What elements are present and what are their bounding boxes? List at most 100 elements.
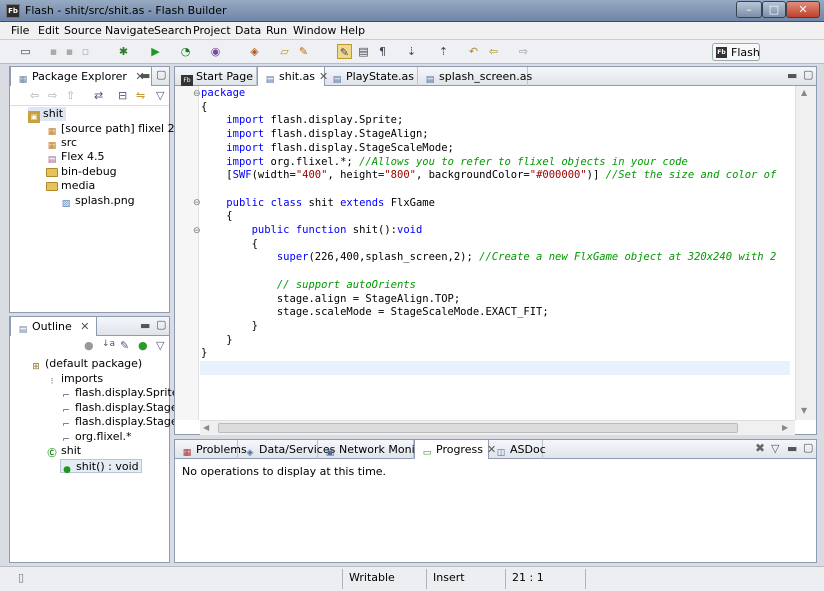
view-menu-icon[interactable]: ▽ — [156, 89, 164, 102]
code-line[interactable]: stage.align = StageAlign.TOP; — [201, 293, 460, 306]
code-line[interactable]: package — [201, 87, 245, 100]
tab-data-services[interactable]: ◈ Data/Services — [238, 440, 335, 459]
tab-problems[interactable]: ▦ Problems — [175, 440, 247, 459]
tab-progress[interactable]: ▭ Progress ✕ — [414, 440, 496, 459]
view-menu-icon[interactable]: ▽ — [771, 442, 779, 455]
editor-horizontal-scrollbar[interactable]: ◀ ▶ — [200, 420, 795, 435]
scroll-thumb[interactable] — [218, 423, 738, 433]
debug-icon[interactable]: ✱ — [116, 44, 131, 59]
code-line[interactable]: super(226,400,splash_screen,2); //Create… — [201, 251, 776, 264]
maximize-view-icon[interactable]: ▢ — [156, 68, 166, 81]
tab-outline[interactable]: ▤ Outline ✕ — [10, 317, 97, 336]
remove-finished-icon[interactable]: ✖ — [755, 441, 765, 455]
forward-icon[interactable]: ⇨ — [48, 89, 57, 102]
code-line[interactable]: public function shit():void — [201, 224, 423, 237]
external-tools-icon[interactable]: ◉ — [208, 44, 223, 59]
tab-shit-as[interactable]: ▤ shit.as ✕ — [257, 67, 328, 86]
next-annotation-icon[interactable]: ⇣ — [404, 44, 419, 59]
open-type-icon[interactable]: ▱ — [277, 44, 292, 59]
sort-icon[interactable]: ↓a — [102, 339, 115, 349]
export-release-icon[interactable]: ◈ — [247, 44, 262, 59]
menu-window[interactable]: Window — [293, 24, 336, 37]
tab-splash-screen-as[interactable]: ▤ splash_screen.as — [418, 67, 532, 86]
link-with-editor-icon[interactable]: ⇋ — [136, 89, 145, 102]
flash-perspective-button[interactable]: Fb Flash — [712, 43, 760, 61]
code-line[interactable]: stage.scaleMode = StageScaleMode.EXACT_F… — [201, 306, 549, 319]
tab-playstate-as[interactable]: ▤ PlayState.as — [325, 67, 418, 86]
outline-item-import[interactable]: ⌐ flash.display.StageAli — [60, 401, 191, 416]
code-line[interactable]: { — [201, 101, 207, 114]
fast-view-icon[interactable]: ▯ — [18, 571, 24, 584]
previous-annotation-icon[interactable]: ⇡ — [436, 44, 451, 59]
tree-item-splash-png[interactable]: ▨ splash.png — [60, 194, 135, 209]
hide-non-public-icon[interactable]: ● — [138, 339, 148, 352]
tab-asdoc[interactable]: ◫ ASDoc — [489, 440, 546, 459]
code-line[interactable]: // support autoOrients — [201, 279, 416, 292]
menu-source[interactable]: Source — [64, 24, 102, 37]
outline-item-import[interactable]: ⌐ org.flixel.* — [60, 430, 131, 445]
hide-static-icon[interactable]: ✎ — [120, 339, 129, 352]
hide-fields-icon[interactable]: ● — [84, 339, 94, 352]
minimize-view-icon[interactable]: ▬ — [140, 319, 150, 332]
minimize-button[interactable]: – — [736, 1, 762, 18]
code-line[interactable]: import flash.display.StageAlign; — [201, 128, 428, 141]
editor-vertical-scrollbar[interactable]: ▲ ▼ — [795, 86, 816, 420]
maximize-view-icon[interactable]: ▢ — [803, 68, 813, 81]
outline-item-package[interactable]: ⊞ (default package) — [30, 357, 142, 372]
tree-item-project[interactable]: ▣ shit — [28, 107, 67, 123]
menu-navigate[interactable]: Navigate — [105, 24, 154, 37]
maximize-view-icon[interactable]: ▢ — [803, 441, 813, 454]
save-icon[interactable]: ▪ — [46, 44, 61, 59]
code-line[interactable]: [SWF(width="400", height="800", backgrou… — [201, 169, 776, 182]
scroll-right-icon[interactable]: ▶ — [782, 423, 788, 432]
run-icon[interactable]: ▶ — [148, 44, 163, 59]
close-window-button[interactable]: ✕ — [786, 1, 820, 18]
tab-start-page[interactable]: Fb Start Page — [175, 67, 257, 87]
mark-occurrences-icon[interactable]: ✎ — [337, 44, 352, 59]
outline-item-constructor[interactable]: ● shit() : void — [60, 459, 142, 475]
maximize-view-icon[interactable]: ▢ — [156, 318, 166, 331]
outline-item-imports[interactable]: ⁝ imports — [46, 372, 104, 387]
outline-item-class[interactable]: Ⓒshit — [46, 444, 81, 459]
code-editor[interactable]: package{ import flash.display.Sprite; im… — [175, 87, 791, 420]
code-line[interactable]: } — [201, 347, 207, 360]
scroll-down-icon[interactable]: ▼ — [801, 406, 807, 415]
code-line[interactable]: } — [201, 334, 232, 347]
block-selection-icon[interactable]: ▤ — [356, 44, 371, 59]
collapse-all-icon[interactable]: ⊟ — [118, 89, 127, 102]
maximize-button[interactable]: □ — [762, 1, 786, 18]
code-line[interactable]: { — [201, 238, 258, 251]
tree-item-flex-sdk[interactable]: ▤ Flex 4.5 — [46, 150, 105, 165]
code-line[interactable]: public class shit extends FlxGame — [201, 197, 435, 210]
minimize-view-icon[interactable]: ▬ — [140, 69, 150, 82]
code-line[interactable]: { — [201, 210, 232, 223]
menu-project[interactable]: Project — [193, 24, 231, 37]
menu-run[interactable]: Run — [266, 24, 287, 37]
code-line[interactable]: import org.flixel.*; //Allows you to ref… — [201, 156, 688, 169]
menu-edit[interactable]: Edit — [38, 24, 59, 37]
minimize-view-icon[interactable]: ▬ — [787, 442, 797, 455]
code-line[interactable]: import flash.display.StageScaleMode; — [201, 142, 454, 155]
show-whitespace-icon[interactable]: ¶ — [375, 44, 390, 59]
up-icon[interactable]: ⇧ — [66, 89, 75, 102]
view-menu-icon[interactable]: ▽ — [156, 339, 164, 352]
code-line[interactable]: } — [201, 320, 258, 333]
scroll-left-icon[interactable]: ◀ — [203, 423, 209, 432]
forward-icon[interactable]: ⇨ — [516, 44, 531, 59]
code-line[interactable]: import flash.display.Sprite; — [201, 114, 403, 127]
back-icon[interactable]: ⇦ — [30, 89, 39, 102]
open-resource-icon[interactable]: ✎ — [296, 44, 311, 59]
outline-item-import[interactable]: ⌐ flash.display.Sprite — [60, 386, 178, 401]
save-all-icon[interactable]: ▪ — [62, 44, 77, 59]
tab-network-monitor[interactable]: ▣ Network Monitor — [318, 440, 430, 459]
close-icon[interactable]: ✕ — [80, 320, 89, 333]
last-edit-location-icon[interactable]: ↶ — [466, 44, 481, 59]
menu-help[interactable]: Help — [340, 24, 365, 37]
menu-search[interactable]: Search — [154, 24, 192, 37]
minimize-view-icon[interactable]: ▬ — [787, 69, 797, 82]
scroll-up-icon[interactable]: ▲ — [801, 88, 807, 97]
print-icon[interactable]: ▫ — [78, 44, 93, 59]
new-icon[interactable]: ▭ — [18, 44, 33, 59]
back-icon[interactable]: ⇦ — [486, 44, 501, 59]
menu-data[interactable]: Data — [235, 24, 261, 37]
